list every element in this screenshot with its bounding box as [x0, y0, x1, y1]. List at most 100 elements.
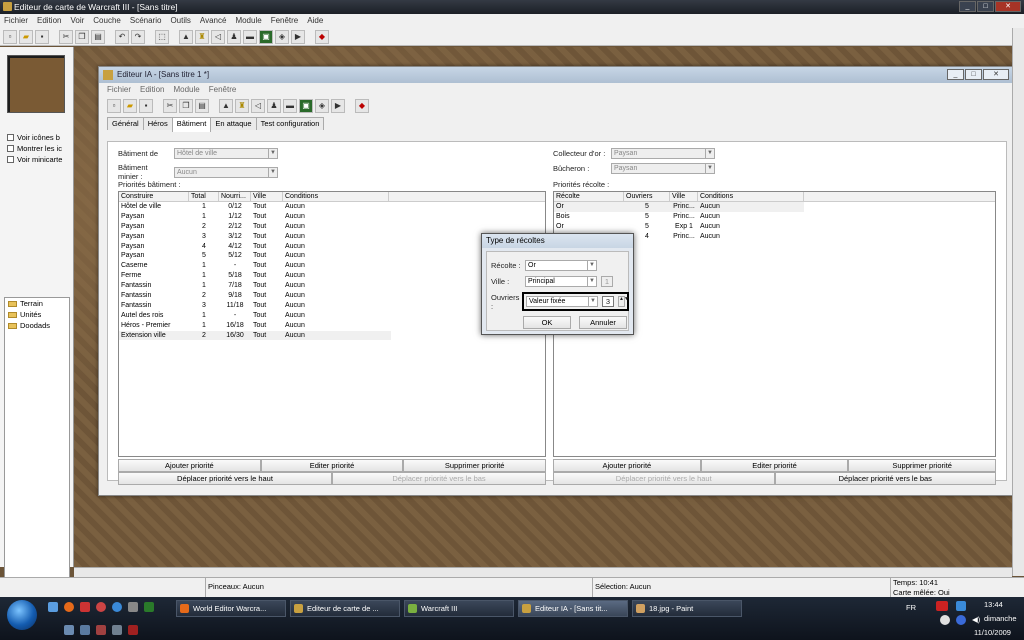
app-icon[interactable]: [80, 602, 90, 612]
minimize-button[interactable]: _: [959, 1, 976, 12]
object-editor-icon[interactable]: ♟: [267, 98, 281, 113]
task-warcraft[interactable]: Warcraft III: [404, 600, 514, 617]
ouvriers-select[interactable]: Valeur fixée ▼: [526, 296, 598, 307]
col-conditions[interactable]: Conditions: [283, 192, 389, 201]
supprimer-recolte-button[interactable]: Supprimer priorité: [848, 459, 997, 472]
start-button-icon[interactable]: [7, 600, 37, 630]
table-row[interactable]: Or 5 Exp 1 Aucun: [554, 222, 995, 232]
ai-editor-icon[interactable]: ▣: [259, 29, 273, 44]
col-ouvriers[interactable]: Ouvriers: [624, 192, 670, 201]
ai-menu-fenetre[interactable]: Fenêtre: [209, 83, 237, 96]
opera-icon[interactable]: [96, 602, 106, 612]
move-up-button[interactable]: Déplacer priorité vers le haut: [118, 472, 332, 485]
firefox-icon[interactable]: [64, 602, 74, 612]
task-editeur-ia[interactable]: Editeur IA - [Sans tit...: [518, 600, 628, 617]
col-ville[interactable]: Ville: [251, 192, 283, 201]
cut-icon[interactable]: ✂: [163, 98, 177, 113]
menu-scenario[interactable]: Scénario: [130, 14, 162, 28]
menu-avance[interactable]: Avancé: [200, 14, 227, 28]
ai-menu-fichier[interactable]: Fichier: [107, 83, 131, 96]
ie-icon[interactable]: [112, 602, 122, 612]
menu-voir[interactable]: Voir: [70, 14, 84, 28]
terrain-editor-icon[interactable]: ▲: [219, 98, 233, 113]
spinner-icon[interactable]: ▲▼: [618, 296, 629, 307]
batiment-minier-select[interactable]: Aucun ▼: [174, 166, 278, 178]
new-file-icon[interactable]: ▫: [107, 98, 121, 113]
open-folder-icon[interactable]: ▰: [123, 98, 137, 113]
quicklaunch-desktop-icon[interactable]: [48, 602, 58, 612]
import-manager-icon[interactable]: ◈: [275, 29, 289, 44]
task-editeur-carte[interactable]: Editeur de carte de ...: [290, 600, 400, 617]
volume-icon[interactable]: ◀): [972, 615, 980, 624]
menu-fenetre[interactable]: Fenêtre: [271, 14, 299, 28]
tab-general[interactable]: Général: [107, 117, 144, 130]
test-map-icon[interactable]: ▶: [291, 29, 305, 44]
copy-icon[interactable]: ❐: [179, 98, 193, 113]
ajouter-recolte-button[interactable]: Ajouter priorité: [553, 459, 701, 472]
language-indicator[interactable]: FR: [906, 603, 916, 612]
col-conditions[interactable]: Conditions: [698, 192, 804, 201]
move-up-recolte-button[interactable]: Déplacer priorité vers le haut: [553, 472, 775, 485]
select-icon[interactable]: ⬚: [155, 29, 169, 44]
menu-edition[interactable]: Edition: [37, 14, 61, 28]
tree-item-terrain[interactable]: Terrain: [5, 298, 69, 309]
col-nourriture[interactable]: Nourri...: [219, 192, 251, 201]
trigger-editor-icon[interactable]: ♜: [235, 98, 249, 113]
save-icon[interactable]: ▪: [35, 29, 49, 44]
tab-batiment[interactable]: Bâtiment: [171, 117, 212, 132]
ajouter-priorite-button[interactable]: Ajouter priorité: [118, 459, 261, 472]
table-row[interactable]: Paysan 2 2/12 Tout Aucun: [119, 222, 545, 232]
sound-editor-icon[interactable]: ◁: [211, 29, 225, 44]
checkbox-show-minimap[interactable]: Voir minicarte: [7, 155, 67, 164]
app-icon[interactable]: [80, 625, 90, 635]
ouvriers-number-input[interactable]: 3: [602, 296, 614, 307]
test-map-run-icon[interactable]: ◆: [315, 29, 329, 44]
ai-menu-edition[interactable]: Edition: [140, 83, 164, 96]
menu-aide[interactable]: Aide: [307, 14, 323, 28]
maximize-button[interactable]: □: [977, 1, 994, 12]
cut-icon[interactable]: ✂: [59, 29, 73, 44]
app-icon[interactable]: [112, 625, 122, 635]
ai-minimize-button[interactable]: _: [947, 69, 964, 80]
checkbox-show-icons[interactable]: Voir icônes b: [7, 133, 67, 142]
paste-icon[interactable]: ▤: [195, 98, 209, 113]
minimap[interactable]: [7, 55, 65, 113]
tree-item-doodads[interactable]: Doodads: [5, 320, 69, 331]
editer-recolte-button[interactable]: Editer priorité: [700, 459, 849, 472]
horizontal-scrollbar[interactable]: [74, 567, 1012, 577]
table-row[interactable]: Hôtel de ville 1 0/12 Tout Aucun: [119, 202, 545, 212]
ai-editor-icon[interactable]: ▣: [299, 98, 313, 113]
campaign-editor-icon[interactable]: ▬: [283, 98, 297, 113]
sound-editor-icon[interactable]: ◁: [251, 98, 265, 113]
test-map-run-icon[interactable]: ◆: [355, 98, 369, 113]
collecteur-select[interactable]: Paysan ▼: [611, 148, 715, 159]
table-row[interactable]: Extension ville 2 16/30 Tout Aucun: [119, 330, 391, 341]
menu-module[interactable]: Module: [235, 14, 261, 28]
ai-menu-module[interactable]: Module: [173, 83, 199, 96]
recolte-select[interactable]: Or ▼: [525, 260, 597, 271]
move-down-recolte-button[interactable]: Déplacer priorité vers le bas: [774, 472, 996, 485]
app-icon[interactable]: [64, 625, 74, 635]
import-manager-icon[interactable]: ◈: [315, 98, 329, 113]
tray-icon[interactable]: [940, 615, 950, 625]
new-file-icon[interactable]: ▫: [3, 29, 17, 44]
ai-maximize-button[interactable]: □: [965, 69, 982, 80]
object-editor-icon[interactable]: ♟: [227, 29, 241, 44]
app-icon[interactable]: [128, 625, 138, 635]
ville-select[interactable]: Principal ▼: [525, 276, 597, 287]
col-recolte[interactable]: Récolte: [554, 192, 624, 201]
menu-outils[interactable]: Outils: [170, 14, 190, 28]
clock-time[interactable]: 13:44: [984, 600, 1003, 609]
ok-button[interactable]: OK: [523, 316, 571, 329]
tab-en-attaque[interactable]: En attaque: [210, 117, 257, 130]
terrain-editor-icon[interactable]: ▲: [179, 29, 193, 44]
col-ville[interactable]: Ville: [670, 192, 698, 201]
clock-date[interactable]: 11/10/2009: [974, 628, 1011, 637]
redo-icon[interactable]: ↷: [131, 29, 145, 44]
trigger-editor-icon[interactable]: ♜: [195, 29, 209, 44]
clock-day[interactable]: dimanche: [984, 614, 1017, 623]
tab-heros[interactable]: Héros: [142, 117, 173, 130]
bucheron-select[interactable]: Paysan ▼: [611, 163, 715, 174]
close-button[interactable]: ✕: [995, 1, 1021, 12]
editer-priorite-button[interactable]: Editer priorité: [260, 459, 404, 472]
